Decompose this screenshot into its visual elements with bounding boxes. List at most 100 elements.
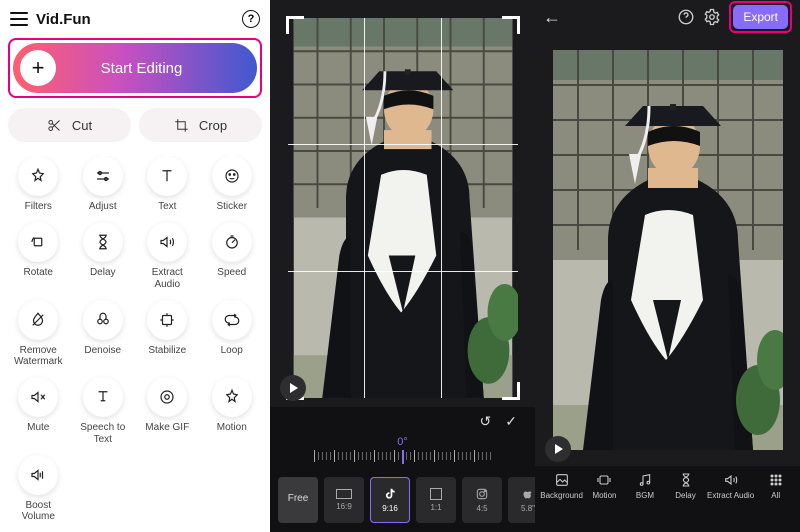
play-button[interactable] [280, 375, 306, 401]
editor-toolbar: BackgroundMotionBGM Delay Extract Audio All [535, 466, 800, 532]
rotation-value: 0° [270, 436, 535, 448]
background-icon [554, 472, 570, 488]
crop-frame[interactable] [288, 18, 518, 398]
denoise-icon [83, 300, 123, 340]
tool-filters[interactable]: Filters [8, 156, 69, 216]
reset-rotation-icon[interactable]: ↺ [480, 413, 492, 430]
crop-editor-panel: ↺ ✓ 0° Free 16:9 9:16 1:1 4:5 5.8" [270, 0, 535, 532]
ratio-label: 9:16 [382, 504, 398, 513]
tool-label: Speed [217, 267, 246, 279]
tool-extract-audio[interactable]: Extract Audio [137, 222, 198, 294]
editor-tool-motion[interactable]: Motion [585, 472, 623, 500]
tool-loop[interactable]: Loop [202, 300, 263, 372]
tool-label: Make GIF [145, 422, 189, 434]
play-button[interactable] [545, 436, 571, 462]
delay-icon [83, 222, 123, 262]
editor-tool-background[interactable]: Background [540, 472, 583, 500]
editor-tool-label: All [771, 491, 780, 500]
tool-sticker[interactable]: Sticker [202, 156, 263, 216]
all-icon [768, 472, 784, 488]
tool-make-gif[interactable]: Make GIF [137, 377, 198, 449]
mute-icon [18, 377, 58, 417]
plus-icon: + [20, 50, 56, 86]
tool-label: Text [158, 201, 176, 213]
tool-label: Remove Watermark [9, 345, 67, 368]
extract-audio-icon [723, 472, 739, 488]
tool-label: Stabilize [148, 345, 186, 357]
tool-label: Mute [27, 422, 49, 434]
delay-icon [678, 472, 694, 488]
help-icon[interactable]: ? [242, 10, 260, 28]
tool-motion[interactable]: Motion [202, 377, 263, 449]
tool-denoise[interactable]: Denoise [73, 300, 134, 372]
ratio-label: 1:1 [430, 503, 441, 512]
app-title: Vid.Fun [36, 11, 242, 28]
back-icon[interactable]: ← [543, 7, 561, 28]
start-editing-button[interactable]: + Start Editing [13, 43, 257, 93]
rotation-ruler[interactable] [270, 450, 535, 468]
filters-icon [18, 156, 58, 196]
tool-label: Filters [25, 201, 52, 213]
tool-boost-volume[interactable]: Boost Volume [8, 455, 69, 527]
bgm-icon [637, 472, 653, 488]
make-gif-icon [147, 377, 187, 417]
ratio-apple[interactable]: 5.8" [508, 477, 535, 523]
ratio-ig[interactable]: 4:5 [462, 477, 502, 523]
text-icon [147, 156, 187, 196]
tool-label: Rotate [24, 267, 53, 279]
crop-button[interactable]: Crop [139, 108, 262, 142]
editor-frame [553, 50, 783, 450]
editor-tool-bgm[interactable]: BGM [626, 472, 664, 500]
tool-adjust[interactable]: Adjust [73, 156, 134, 216]
ratio-tiktok[interactable]: 9:16 [370, 477, 410, 523]
tool-label: Sticker [216, 201, 247, 213]
tool-speech-to-text[interactable]: Speech to Text [73, 377, 134, 449]
crop-label: Crop [199, 118, 227, 133]
editor-tool-label: Extract Audio [707, 491, 754, 500]
editor-tool-label: Delay [675, 491, 695, 500]
tool-remove-watermark[interactable]: Remove Watermark [8, 300, 69, 372]
export-label: Export [743, 10, 778, 24]
boost-volume-icon [18, 455, 58, 495]
tool-mute[interactable]: Mute [8, 377, 69, 449]
settings-icon[interactable] [703, 8, 721, 26]
crop-handle-tr[interactable] [502, 16, 520, 34]
ratio-free[interactable]: Free [278, 477, 318, 523]
ratio-label: 5.8" [521, 504, 535, 513]
sticker-icon [212, 156, 252, 196]
tool-stabilize[interactable]: Stabilize [137, 300, 198, 372]
loop-icon [212, 300, 252, 340]
ratio-label: 16:9 [336, 502, 352, 511]
ratio-16-9[interactable]: 16:9 [324, 477, 364, 523]
tool-rotate[interactable]: Rotate [8, 222, 69, 294]
tool-label: Boost Volume [9, 500, 67, 523]
help-icon[interactable] [677, 8, 695, 26]
confirm-icon[interactable]: ✓ [505, 413, 517, 430]
tool-label: Adjust [89, 201, 117, 213]
speed-icon [212, 222, 252, 262]
crop-grid-overlay [288, 18, 518, 398]
motion-icon [596, 472, 612, 488]
tool-speed[interactable]: Speed [202, 222, 263, 294]
tool-delay[interactable]: Delay [73, 222, 134, 294]
editor-tool-all[interactable]: All [757, 472, 795, 500]
crop-preview [270, 0, 535, 407]
adjust-icon [83, 156, 123, 196]
cut-button[interactable]: Cut [8, 108, 131, 142]
rotate-icon [18, 222, 58, 262]
ratio-label: 4:5 [476, 504, 487, 513]
editor-tool-delay[interactable]: Delay [667, 472, 705, 500]
start-editing-label: Start Editing [56, 60, 257, 77]
tool-label: Delay [90, 267, 116, 279]
menu-icon[interactable] [10, 12, 28, 26]
tool-text[interactable]: Text [137, 156, 198, 216]
crop-handle-tl[interactable] [286, 16, 304, 34]
speech-to-text-icon [83, 377, 123, 417]
tool-label: Speech to Text [74, 422, 132, 445]
export-button[interactable]: Export [733, 5, 788, 29]
ratio-1-1[interactable]: 1:1 [416, 477, 456, 523]
crop-controls: ↺ ✓ 0° Free 16:9 9:16 1:1 4:5 5.8" [270, 407, 535, 532]
editor-panel: ← Export BackgroundMotionBGM Delay Extract… [535, 0, 800, 532]
crop-handle-br[interactable] [502, 382, 520, 400]
editor-tool-extract-audio[interactable]: Extract Audio [707, 472, 754, 500]
